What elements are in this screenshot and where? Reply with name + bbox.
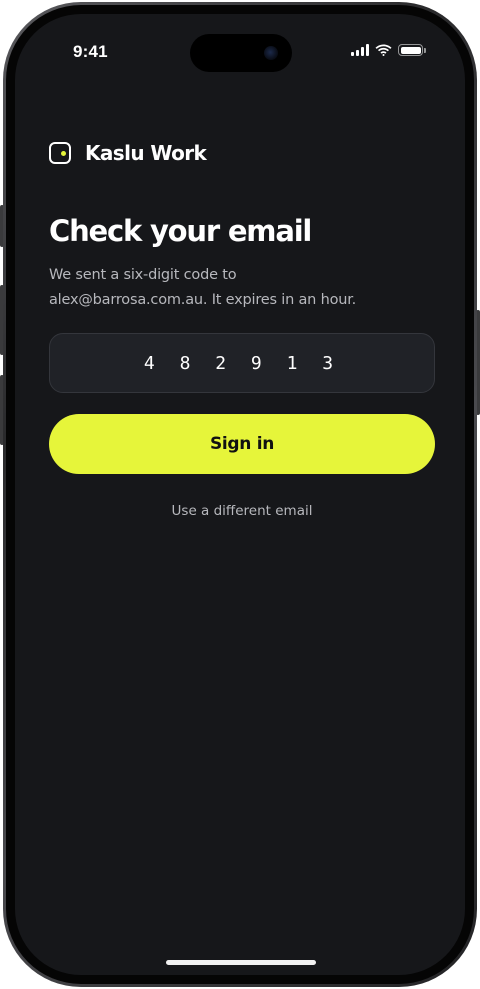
page-subtitle: We sent a six-digit code to alex@barrosa… bbox=[49, 263, 419, 313]
app-screen: 9:41 Kaslu Work Check your email We sent… bbox=[15, 14, 465, 975]
phone-device: 9:41 Kaslu Work Check your email We sent… bbox=[0, 0, 480, 989]
verification-code-input[interactable]: 4 8 2 9 1 3 bbox=[49, 333, 435, 393]
wifi-icon bbox=[375, 44, 392, 56]
subtitle-line-2: alex@barrosa.com.au. It expires in an ho… bbox=[49, 292, 357, 308]
status-time: 9:41 bbox=[73, 42, 108, 61]
page-title: Check your email bbox=[49, 214, 312, 248]
status-icons bbox=[351, 44, 426, 56]
device-frame: 9:41 Kaslu Work Check your email We sent… bbox=[3, 2, 477, 987]
brand-name: Kaslu Work bbox=[85, 141, 207, 165]
cellular-signal-icon bbox=[351, 44, 369, 56]
use-different-email-link[interactable]: Use a different email bbox=[49, 503, 435, 519]
sign-in-button[interactable]: Sign in bbox=[49, 414, 435, 474]
subtitle-line-1: We sent a six-digit code to bbox=[49, 267, 237, 283]
battery-icon bbox=[398, 44, 426, 56]
dynamic-island bbox=[190, 34, 292, 72]
home-indicator[interactable] bbox=[166, 960, 316, 965]
brand-logo-icon bbox=[49, 142, 71, 164]
camera-icon bbox=[264, 46, 278, 60]
device-bezel: 9:41 Kaslu Work Check your email We sent… bbox=[6, 5, 474, 984]
brand: Kaslu Work bbox=[49, 141, 207, 165]
